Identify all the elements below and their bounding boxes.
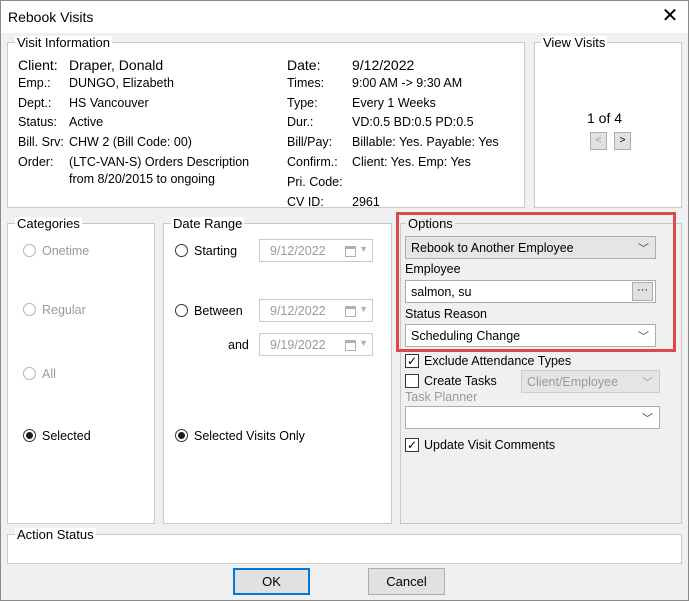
between-label: Between — [194, 304, 243, 318]
task-planner-select[interactable]: ﹀ — [405, 406, 660, 429]
dur-value: VD:0.5 BD:0.5 PD:0.5 — [352, 115, 474, 129]
categories-legend: Categories — [15, 216, 82, 231]
update-visit-comments-checkbox[interactable]: ✓ — [405, 438, 419, 452]
and-date-value: 9/19/2022 — [270, 338, 326, 352]
date-label: Date: — [287, 57, 321, 73]
close-icon[interactable]: ✕ — [659, 5, 681, 27]
emp-value: DUNGO, Elizabeth — [69, 76, 174, 90]
onetime-radio[interactable] — [23, 244, 36, 257]
title-bar — [1, 1, 688, 33]
and-date-picker[interactable]: 9/19/2022 ▼ — [259, 333, 373, 356]
bill-srv-label: Bill. Srv: — [18, 135, 64, 149]
dept-value: HS Vancouver — [69, 96, 149, 110]
all-radio[interactable] — [23, 367, 36, 380]
starting-radio[interactable] — [175, 244, 188, 257]
times-label: Times: — [287, 76, 325, 90]
bill-srv-value: CHW 2 (Bill Code: 00) — [69, 135, 192, 149]
highlight-annotation — [396, 212, 676, 352]
status-value: Active — [69, 115, 104, 129]
status-label: Status: — [18, 115, 57, 129]
all-label: All — [42, 367, 56, 381]
date-range-legend: Date Range — [171, 216, 245, 231]
emp-label: Emp.: — [18, 76, 51, 90]
exclude-attendance-label: Exclude Attendance Types — [424, 354, 572, 368]
visit-information-legend: Visit Information — [15, 35, 112, 50]
type-label: Type: — [287, 96, 318, 110]
client-label: Client: — [18, 57, 58, 73]
task-planner-label: Task Planner — [405, 390, 478, 404]
chevron-down-icon: ▼ — [359, 244, 368, 254]
dur-label: Dur.: — [287, 115, 314, 129]
selected-visits-only-radio[interactable] — [175, 429, 188, 442]
create-tasks-label: Create Tasks — [424, 374, 497, 388]
order-value-line2: from 8/20/2015 to ongoing — [69, 172, 215, 186]
selected-label: Selected — [42, 429, 91, 443]
cv-id-label: CV ID: — [287, 195, 324, 209]
type-value: Every 1 Weeks — [352, 96, 436, 110]
visit-counter: 1 of 4 — [587, 110, 623, 126]
cv-id-value: 2961 — [352, 195, 380, 209]
dept-label: Dept.: — [18, 96, 52, 110]
chevron-down-icon: ﹀ — [642, 413, 653, 425]
calendar-icon — [345, 340, 356, 351]
date-range-group — [163, 223, 392, 524]
starting-date-picker[interactable]: 9/12/2022 ▼ — [259, 239, 373, 262]
ok-button[interactable]: OK — [233, 568, 310, 595]
selected-visits-only-label: Selected Visits Only — [194, 429, 305, 443]
and-label: and — [228, 338, 249, 352]
regular-label: Regular — [42, 303, 86, 317]
bill-pay-label: Bill/Pay: — [287, 135, 333, 149]
order-value-line1: (LTC-VAN-S) Orders Description — [69, 155, 250, 169]
dialog-title: Rebook Visits — [8, 9, 94, 25]
calendar-icon — [345, 246, 356, 257]
selected-radio[interactable] — [23, 429, 36, 442]
times-value: 9:00 AM -> 9:30 AM — [352, 76, 463, 90]
chevron-down-icon: ▼ — [359, 338, 368, 348]
previous-visit-button[interactable]: < — [590, 132, 607, 150]
update-visit-comments-label: Update Visit Comments — [424, 438, 556, 452]
between-date-picker[interactable]: 9/12/2022 ▼ — [259, 299, 373, 322]
onetime-label: Onetime — [42, 244, 90, 258]
action-status-legend: Action Status — [15, 527, 96, 542]
between-radio[interactable] — [175, 304, 188, 317]
client-value: Draper, Donald — [69, 57, 164, 73]
starting-date-value: 9/12/2022 — [270, 244, 326, 258]
pri-code-label: Pri. Code: — [287, 175, 343, 189]
regular-radio[interactable] — [23, 303, 36, 316]
view-visits-legend: View Visits — [541, 35, 608, 50]
cancel-button[interactable]: Cancel — [368, 568, 445, 595]
between-date-value: 9/12/2022 — [270, 304, 326, 318]
confirm-value: Client: Yes. Emp: Yes — [352, 155, 471, 169]
exclude-attendance-checkbox[interactable]: ✓ — [405, 354, 419, 368]
calendar-icon — [345, 306, 356, 317]
create-tasks-checkbox[interactable] — [405, 374, 419, 388]
order-label: Order: — [18, 155, 54, 169]
next-visit-button[interactable]: > — [614, 132, 631, 150]
chevron-down-icon: ▼ — [359, 304, 368, 314]
action-status-group — [7, 534, 682, 564]
bill-pay-value: Billable: Yes. Payable: Yes — [352, 135, 499, 149]
chevron-down-icon: ﹀ — [642, 377, 653, 389]
rebook-visits-dialog: Rebook Visits ✕ Visit Information Client… — [0, 0, 689, 601]
create-tasks-value: Client/Employee — [527, 375, 619, 389]
starting-label: Starting — [194, 244, 238, 258]
date-value: 9/12/2022 — [352, 57, 415, 73]
create-tasks-select[interactable]: Client/Employee ﹀ — [521, 370, 660, 393]
confirm-label: Confirm.: — [287, 155, 338, 169]
